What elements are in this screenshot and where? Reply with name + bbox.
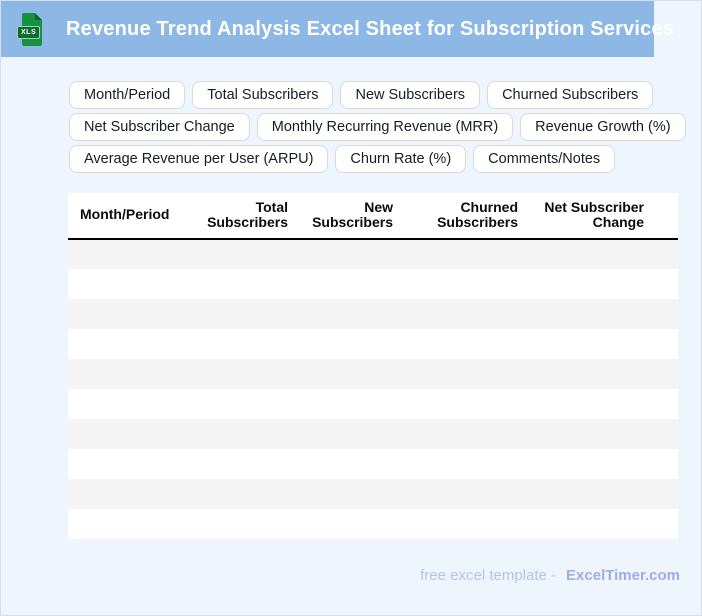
column-header-net-subscriber-change: Net Subscriber Change <box>528 193 678 240</box>
table-cell <box>183 449 298 479</box>
table-cell <box>528 269 678 299</box>
table-cell <box>528 479 678 509</box>
table-cell <box>403 389 528 419</box>
table-header-row: Month/Period Total Subscribers New Subsc… <box>68 193 678 240</box>
table-cell <box>528 449 678 479</box>
column-header-month-period: Month/Period <box>68 193 183 240</box>
chip-mrr[interactable]: Monthly Recurring Revenue (MRR) <box>256 113 514 141</box>
table-cell <box>528 239 678 269</box>
xls-file-icon: XLS <box>17 12 42 46</box>
table-cell <box>68 359 183 389</box>
table-cell <box>298 449 403 479</box>
table-cell <box>68 269 183 299</box>
table-cell <box>403 269 528 299</box>
chip-row-1: Month/Period Total Subscribers New Subsc… <box>69 81 686 109</box>
table-cell <box>528 389 678 419</box>
column-header-new-subscribers: New Subscribers <box>298 193 403 240</box>
footer-text: free excel template - <box>420 567 557 584</box>
header-bar: XLS Revenue Trend Analysis Excel Sheet f… <box>1 1 674 57</box>
table-cell <box>528 299 678 329</box>
chip-churn-rate[interactable]: Churn Rate (%) <box>335 145 467 173</box>
table-cell <box>68 449 183 479</box>
chip-row-3: Average Revenue per User (ARPU) Churn Ra… <box>69 145 686 173</box>
table-cell <box>403 299 528 329</box>
table-cell <box>183 419 298 449</box>
footer: free excel template - ExcelTimer.com <box>420 567 680 584</box>
table-cell <box>298 479 403 509</box>
chip-new-subscribers[interactable]: New Subscribers <box>340 81 481 109</box>
spreadsheet-preview-table: Month/Period Total Subscribers New Subsc… <box>68 193 678 539</box>
table-row <box>68 299 678 329</box>
table-cell <box>403 359 528 389</box>
table-cell <box>403 419 528 449</box>
table-cell <box>183 389 298 419</box>
table-cell <box>68 239 183 269</box>
folded-corner <box>35 12 42 20</box>
chip-row-2: Net Subscriber Change Monthly Recurring … <box>69 113 686 141</box>
table-cell <box>298 299 403 329</box>
chip-month-period[interactable]: Month/Period <box>69 81 186 109</box>
footer-brand-link[interactable]: ExcelTimer.com <box>566 567 680 584</box>
table-cell <box>298 239 403 269</box>
table-row <box>68 449 678 479</box>
table-row <box>68 269 678 299</box>
table-cell <box>183 359 298 389</box>
chip-net-subscriber-change[interactable]: Net Subscriber Change <box>69 113 250 141</box>
table-cell <box>68 509 183 539</box>
table-row <box>68 479 678 509</box>
chip-comments-notes[interactable]: Comments/Notes <box>473 145 616 173</box>
table-cell <box>403 329 528 359</box>
column-header-churned-subscribers: Churned Subscribers <box>403 193 528 240</box>
table-cell <box>403 449 528 479</box>
table-cell <box>298 389 403 419</box>
table-cell <box>528 359 678 389</box>
page-title: Revenue Trend Analysis Excel Sheet for S… <box>66 17 675 40</box>
chip-revenue-growth[interactable]: Revenue Growth (%) <box>520 113 686 141</box>
table-cell <box>68 389 183 419</box>
chip-churned-subscribers[interactable]: Churned Subscribers <box>487 81 654 109</box>
table-cell <box>403 239 528 269</box>
table-row <box>68 239 678 269</box>
table-cell <box>528 419 678 449</box>
table-cell <box>298 359 403 389</box>
table-row <box>68 389 678 419</box>
table-row <box>68 419 678 449</box>
table-cell <box>68 479 183 509</box>
table-row <box>68 329 678 359</box>
column-chip-list: Month/Period Total Subscribers New Subsc… <box>69 81 686 173</box>
table-row <box>68 359 678 389</box>
table-cell <box>528 329 678 359</box>
table-row <box>68 509 678 539</box>
page: XLS Revenue Trend Analysis Excel Sheet f… <box>0 0 702 616</box>
table-body <box>68 239 678 539</box>
table-cell <box>183 239 298 269</box>
table-cell <box>68 299 183 329</box>
table-cell <box>68 329 183 359</box>
table-cell <box>183 479 298 509</box>
chip-total-subscribers[interactable]: Total Subscribers <box>192 81 334 109</box>
table-cell <box>403 509 528 539</box>
table-cell <box>183 299 298 329</box>
table-cell <box>298 329 403 359</box>
table-cell <box>183 329 298 359</box>
table-cell <box>298 419 403 449</box>
table-cell <box>68 419 183 449</box>
chip-arpu[interactable]: Average Revenue per User (ARPU) <box>69 145 329 173</box>
table-cell <box>298 509 403 539</box>
table-cell <box>183 509 298 539</box>
table-cell <box>403 479 528 509</box>
table-cell <box>183 269 298 299</box>
xls-badge-label: XLS <box>17 25 41 39</box>
table-cell <box>528 509 678 539</box>
column-header-total-subscribers: Total Subscribers <box>183 193 298 240</box>
table-cell <box>298 269 403 299</box>
